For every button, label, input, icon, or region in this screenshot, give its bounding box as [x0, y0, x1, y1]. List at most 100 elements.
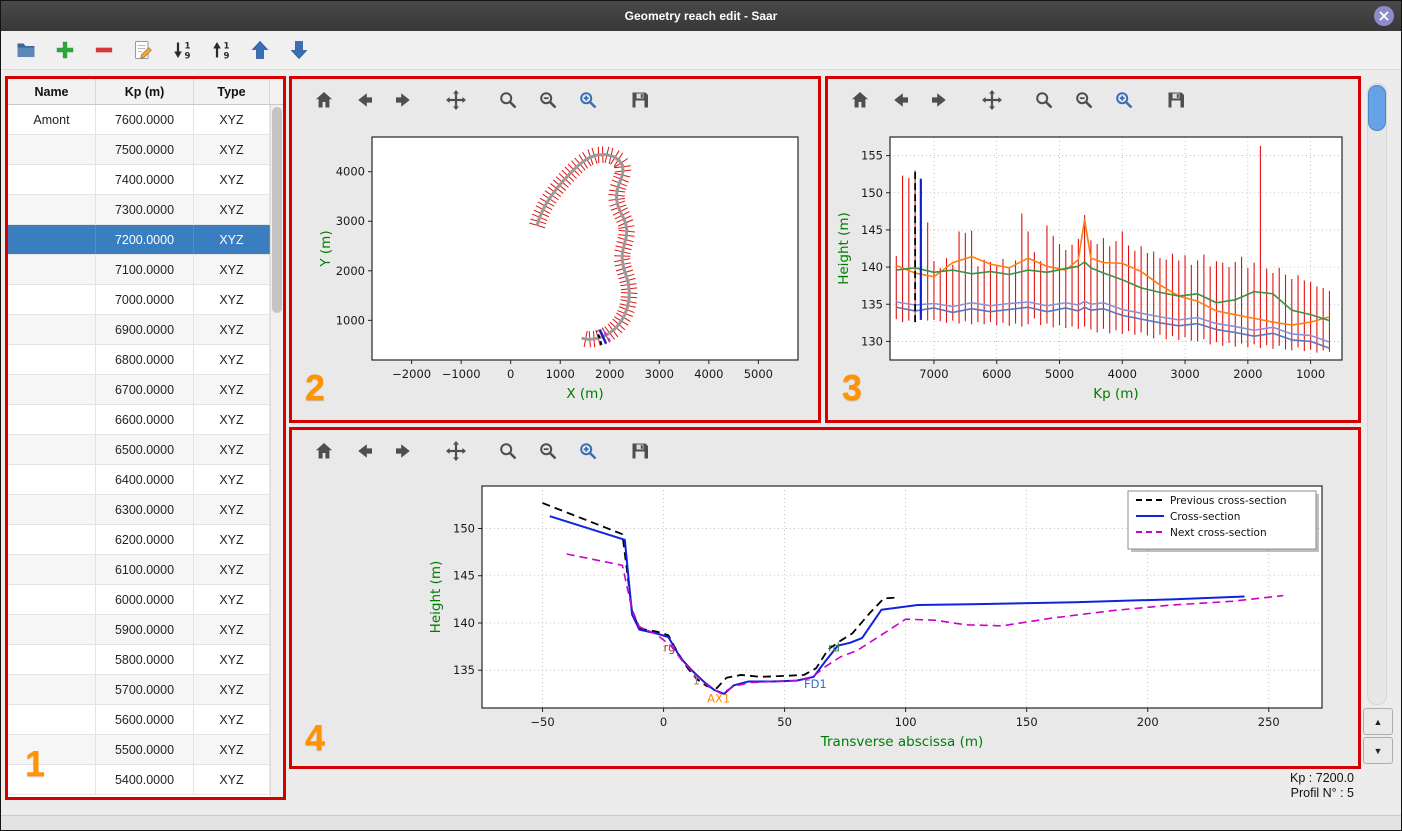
- kp-cell[interactable]: 6400.0000: [96, 465, 194, 494]
- name-cell[interactable]: [8, 525, 96, 554]
- kp-cell[interactable]: 5400.0000: [96, 765, 194, 794]
- kp-cell[interactable]: 6600.0000: [96, 405, 194, 434]
- table-row[interactable]: 5600.0000 XYZ: [8, 705, 270, 735]
- table-row[interactable]: 5400.0000 XYZ: [8, 765, 270, 795]
- add-button[interactable]: [52, 37, 78, 63]
- table-row[interactable]: 6900.0000 XYZ: [8, 315, 270, 345]
- home-button[interactable]: [312, 439, 336, 463]
- zoom-out-button[interactable]: [536, 88, 560, 112]
- type-cell[interactable]: XYZ: [194, 435, 270, 464]
- zoom-button[interactable]: [1032, 88, 1056, 112]
- name-cell[interactable]: [8, 135, 96, 164]
- sort-ascending-button[interactable]: 19: [208, 37, 234, 63]
- name-cell[interactable]: [8, 765, 96, 794]
- kp-cell[interactable]: 6500.0000: [96, 435, 194, 464]
- type-cell[interactable]: XYZ: [194, 735, 270, 764]
- kp-cell[interactable]: 6000.0000: [96, 585, 194, 614]
- save-button[interactable]: [628, 88, 652, 112]
- kp-cell[interactable]: 7400.0000: [96, 165, 194, 194]
- zoom-fit-button[interactable]: [1112, 88, 1136, 112]
- zoom-out-button[interactable]: [536, 439, 560, 463]
- vertical-scrollbar-thumb[interactable]: [1368, 85, 1386, 131]
- kp-cell[interactable]: 6800.0000: [96, 345, 194, 374]
- name-cell[interactable]: [8, 405, 96, 434]
- name-cell[interactable]: [8, 255, 96, 284]
- longitudinal-profile-chart[interactable]: 7000 6000 5000 4000 3000 2000 1000 130 135 140 145…: [830, 121, 1358, 418]
- type-cell[interactable]: XYZ: [194, 375, 270, 404]
- kp-cell[interactable]: 5800.0000: [96, 645, 194, 674]
- table-row[interactable]: 7000.0000 XYZ: [8, 285, 270, 315]
- column-header-type[interactable]: Type: [194, 79, 270, 104]
- table-row[interactable]: 6000.0000 XYZ: [8, 585, 270, 615]
- table-row[interactable]: 7500.0000 XYZ: [8, 135, 270, 165]
- type-cell[interactable]: XYZ: [194, 165, 270, 194]
- type-cell[interactable]: XYZ: [194, 285, 270, 314]
- profile-up-button[interactable]: ▲: [1363, 708, 1393, 735]
- table-scrollbar[interactable]: [270, 105, 283, 797]
- close-button[interactable]: [1374, 6, 1394, 26]
- table-row[interactable]: 5900.0000 XYZ: [8, 615, 270, 645]
- name-cell[interactable]: [8, 675, 96, 704]
- name-cell[interactable]: [8, 615, 96, 644]
- kp-cell[interactable]: 6300.0000: [96, 495, 194, 524]
- type-cell[interactable]: XYZ: [194, 495, 270, 524]
- table-row[interactable]: 6100.0000 XYZ: [8, 555, 270, 585]
- forward-button[interactable]: [392, 88, 416, 112]
- type-cell[interactable]: XYZ: [194, 615, 270, 644]
- type-cell[interactable]: XYZ: [194, 225, 270, 254]
- type-cell[interactable]: XYZ: [194, 675, 270, 704]
- type-cell[interactable]: XYZ: [194, 765, 270, 794]
- back-button[interactable]: [352, 439, 376, 463]
- type-cell[interactable]: XYZ: [194, 555, 270, 584]
- edit-button[interactable]: [130, 37, 156, 63]
- kp-cell[interactable]: 6700.0000: [96, 375, 194, 404]
- home-button[interactable]: [848, 88, 872, 112]
- plan-view-chart[interactable]: −2000 −1000 0 1000 2000 3000 4000 5000 1000 2000 3…: [294, 121, 818, 418]
- table-row[interactable]: Amont 7600.0000 XYZ: [8, 105, 270, 135]
- home-button[interactable]: [312, 88, 336, 112]
- forward-button[interactable]: [928, 88, 952, 112]
- name-cell[interactable]: [8, 735, 96, 764]
- type-cell[interactable]: XYZ: [194, 405, 270, 434]
- table-row[interactable]: 5700.0000 XYZ: [8, 675, 270, 705]
- name-cell[interactable]: [8, 285, 96, 314]
- zoom-out-button[interactable]: [1072, 88, 1096, 112]
- table-row[interactable]: 6300.0000 XYZ: [8, 495, 270, 525]
- remove-button[interactable]: [91, 37, 117, 63]
- open-button[interactable]: [13, 37, 39, 63]
- pan-button[interactable]: [444, 439, 468, 463]
- name-cell[interactable]: [8, 435, 96, 464]
- kp-cell[interactable]: 6200.0000: [96, 525, 194, 554]
- cross-section-chart[interactable]: rg rd 1 AX1 FD1 −50 0 50 100 150 200 250 135 140 145 15…: [294, 472, 1358, 764]
- move-down-button[interactable]: [286, 37, 312, 63]
- zoom-button[interactable]: [496, 88, 520, 112]
- save-button[interactable]: [1164, 88, 1188, 112]
- zoom-button[interactable]: [496, 439, 520, 463]
- table-row[interactable]: 6500.0000 XYZ: [8, 435, 270, 465]
- type-cell[interactable]: XYZ: [194, 135, 270, 164]
- type-cell[interactable]: XYZ: [194, 195, 270, 224]
- type-cell[interactable]: XYZ: [194, 345, 270, 374]
- profile-down-button[interactable]: ▼: [1363, 737, 1393, 764]
- table-row[interactable]: 6800.0000 XYZ: [8, 345, 270, 375]
- kp-cell[interactable]: 5700.0000: [96, 675, 194, 704]
- table-row[interactable]: 6400.0000 XYZ: [8, 465, 270, 495]
- save-button[interactable]: [628, 439, 652, 463]
- kp-cell[interactable]: 7500.0000: [96, 135, 194, 164]
- column-header-name[interactable]: Name: [8, 79, 96, 104]
- table-row[interactable]: 7400.0000 XYZ: [8, 165, 270, 195]
- table-row[interactable]: 6200.0000 XYZ: [8, 525, 270, 555]
- kp-cell[interactable]: 5500.0000: [96, 735, 194, 764]
- type-cell[interactable]: XYZ: [194, 645, 270, 674]
- vertical-scrollbar[interactable]: [1367, 83, 1387, 705]
- kp-cell[interactable]: 7200.0000: [96, 225, 194, 254]
- kp-cell[interactable]: 7000.0000: [96, 285, 194, 314]
- kp-cell[interactable]: 6100.0000: [96, 555, 194, 584]
- name-cell[interactable]: [8, 375, 96, 404]
- name-cell[interactable]: [8, 165, 96, 194]
- name-cell[interactable]: [8, 345, 96, 374]
- name-cell[interactable]: [8, 225, 96, 254]
- back-button[interactable]: [352, 88, 376, 112]
- type-cell[interactable]: XYZ: [194, 105, 270, 134]
- name-cell[interactable]: [8, 315, 96, 344]
